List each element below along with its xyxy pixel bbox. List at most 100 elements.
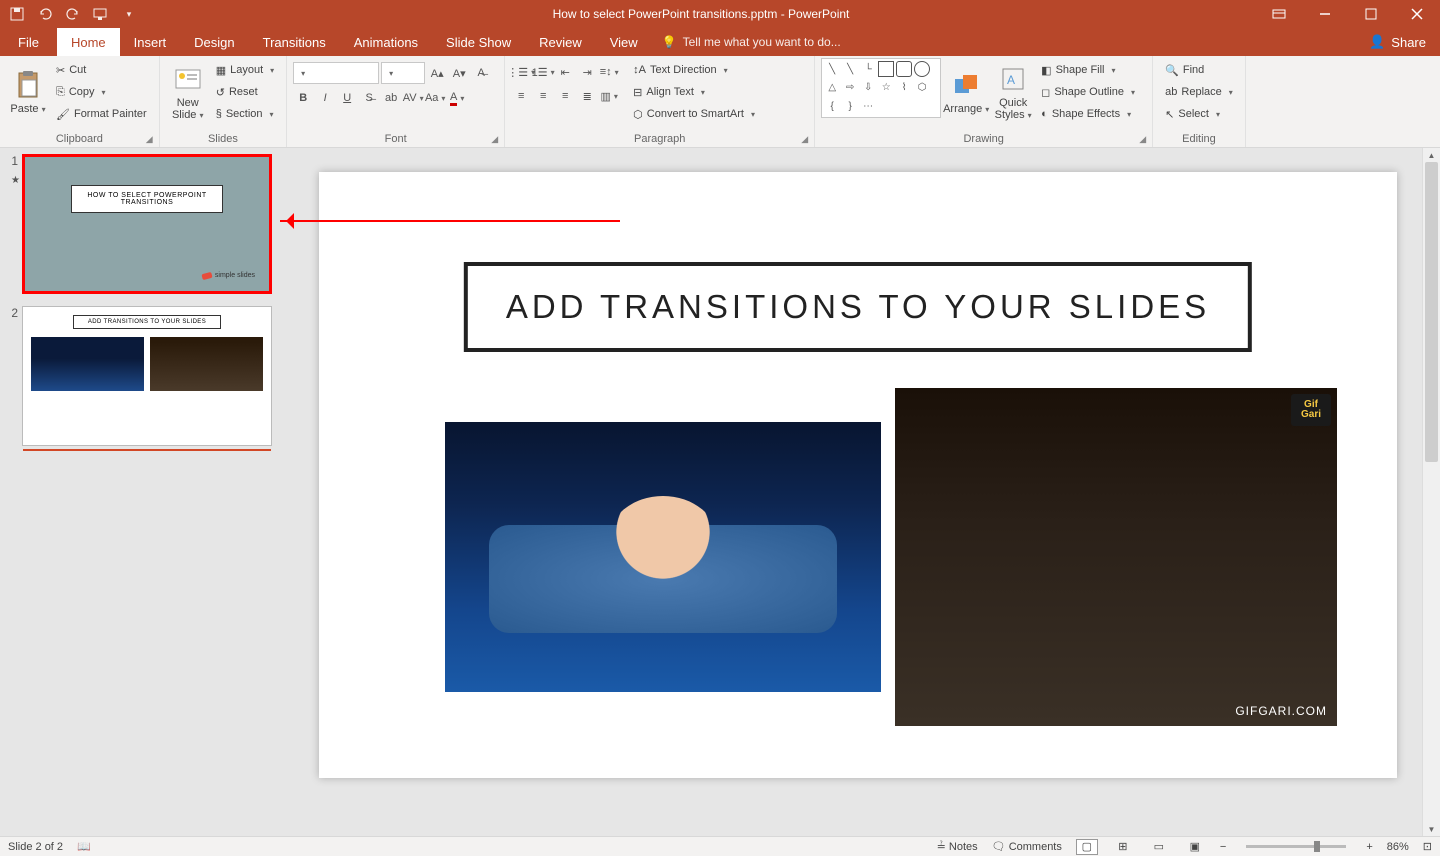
- shape-freeform-icon[interactable]: ⬡: [914, 80, 930, 96]
- shape-curve-icon[interactable]: ⌇: [896, 80, 912, 96]
- maximize-icon[interactable]: [1348, 0, 1394, 28]
- zoom-slider-thumb[interactable]: [1314, 841, 1320, 852]
- launcher-icon[interactable]: ◢: [146, 134, 153, 145]
- vertical-scrollbar[interactable]: ▲ ▼: [1422, 148, 1440, 836]
- zoom-level[interactable]: 86%: [1387, 841, 1409, 853]
- format-painter-button[interactable]: 🖌Format Painter: [54, 104, 149, 124]
- slide-image-1[interactable]: [445, 422, 881, 692]
- minimize-icon[interactable]: [1302, 0, 1348, 28]
- slide-editor[interactable]: ADD TRANSITIONS TO YOUR SLIDES GifGari G…: [276, 148, 1440, 836]
- shape-arrow-icon[interactable]: ╲: [842, 61, 858, 77]
- shapes-gallery[interactable]: ╲ ╲ └ △ ⇨ ⇩ ☆ ⌇ ⬡ { } ⋯: [821, 58, 941, 118]
- strikethrough-button[interactable]: S̶: [359, 88, 379, 108]
- reading-view-icon[interactable]: ▭: [1148, 839, 1170, 855]
- tab-animations[interactable]: Animations: [340, 28, 432, 56]
- thumbnail-2-preview[interactable]: ADD TRANSITIONS TO YOUR SLIDES: [22, 306, 272, 446]
- share-button[interactable]: 👤 Share: [1355, 28, 1440, 56]
- shape-outline-button[interactable]: ◻Shape Outline: [1039, 82, 1137, 102]
- slide-title-box[interactable]: ADD TRANSITIONS TO YOUR SLIDES: [464, 262, 1252, 352]
- redo-icon[interactable]: [64, 5, 82, 23]
- normal-view-icon[interactable]: ▢: [1076, 839, 1098, 855]
- start-from-beginning-icon[interactable]: [92, 5, 110, 23]
- shape-arrow-right-icon[interactable]: ⇨: [842, 80, 858, 96]
- launcher-icon[interactable]: ◢: [801, 134, 808, 145]
- tab-transitions[interactable]: Transitions: [249, 28, 340, 56]
- tab-review[interactable]: Review: [525, 28, 596, 56]
- font-color-button[interactable]: A: [447, 88, 467, 108]
- shape-more-icon[interactable]: ⋯: [860, 98, 876, 114]
- scroll-up-icon[interactable]: ▲: [1423, 148, 1440, 162]
- find-button[interactable]: 🔍Find: [1163, 60, 1235, 80]
- shape-arrow-down-icon[interactable]: ⇩: [860, 80, 876, 96]
- line-spacing-button[interactable]: ≡↕: [599, 62, 619, 82]
- align-right-button[interactable]: ≡: [555, 86, 575, 106]
- slideshow-view-icon[interactable]: ▣: [1184, 839, 1206, 855]
- close-icon[interactable]: [1394, 0, 1440, 28]
- increase-indent-button[interactable]: ⇥: [577, 62, 597, 82]
- reset-button[interactable]: ↺Reset: [214, 82, 276, 102]
- shadow-button[interactable]: ab: [381, 88, 401, 108]
- decrease-font-icon[interactable]: A▾: [449, 63, 469, 83]
- shape-triangle-icon[interactable]: △: [824, 80, 840, 96]
- slide-canvas[interactable]: ADD TRANSITIONS TO YOUR SLIDES GifGari G…: [319, 172, 1397, 778]
- zoom-out-button[interactable]: −: [1220, 841, 1226, 853]
- qat-customize-icon[interactable]: ▾: [120, 5, 138, 23]
- font-size-combo[interactable]: [381, 62, 425, 84]
- bullets-button[interactable]: ⋮☰: [511, 62, 531, 82]
- increase-font-icon[interactable]: A▴: [427, 63, 447, 83]
- tab-insert[interactable]: Insert: [120, 28, 181, 56]
- shape-roundrect-icon[interactable]: [896, 61, 912, 77]
- tab-file[interactable]: File: [0, 28, 57, 56]
- ribbon-display-icon[interactable]: [1256, 0, 1302, 28]
- shape-brace-icon[interactable]: {: [824, 98, 840, 114]
- replace-button[interactable]: abReplace: [1163, 82, 1235, 102]
- slide-image-2[interactable]: GifGari GIFGARI.COM: [895, 388, 1337, 726]
- decrease-indent-button[interactable]: ⇤: [555, 62, 575, 82]
- italic-button[interactable]: I: [315, 88, 335, 108]
- convert-smartart-button[interactable]: ⬡Convert to SmartArt: [631, 104, 757, 124]
- zoom-in-button[interactable]: +: [1366, 841, 1372, 853]
- shape-elbow-icon[interactable]: └: [860, 61, 876, 77]
- char-spacing-button[interactable]: AV: [403, 88, 423, 108]
- tab-view[interactable]: View: [596, 28, 652, 56]
- arrange-button[interactable]: Arrange: [941, 58, 991, 126]
- numbering-button[interactable]: 1☰: [533, 62, 553, 82]
- zoom-slider[interactable]: [1246, 845, 1346, 848]
- launcher-icon[interactable]: ◢: [1139, 134, 1146, 145]
- fit-to-window-icon[interactable]: ⊡: [1423, 840, 1432, 853]
- tab-slide-show[interactable]: Slide Show: [432, 28, 525, 56]
- new-slide-button[interactable]: New Slide: [166, 58, 210, 126]
- layout-button[interactable]: ▦Layout: [214, 60, 276, 80]
- copy-button[interactable]: ⎘Copy: [54, 82, 149, 102]
- tell-me-search[interactable]: 💡 Tell me what you want to do...: [652, 28, 851, 56]
- shape-brace2-icon[interactable]: }: [842, 98, 858, 114]
- select-button[interactable]: ↖Select: [1163, 104, 1235, 124]
- cut-button[interactable]: ✂Cut: [54, 60, 149, 80]
- comments-button[interactable]: 🗨 Comments: [992, 840, 1062, 853]
- justify-button[interactable]: ≣: [577, 86, 597, 106]
- shape-line-icon[interactable]: ╲: [824, 61, 840, 77]
- section-button[interactable]: §Section: [214, 104, 276, 124]
- font-family-combo[interactable]: [293, 62, 379, 84]
- align-center-button[interactable]: ≡: [533, 86, 553, 106]
- slide-counter[interactable]: Slide 2 of 2: [8, 841, 63, 853]
- bold-button[interactable]: B: [293, 88, 313, 108]
- notes-button[interactable]: ≟ Notes: [937, 840, 978, 853]
- shape-rect-icon[interactable]: [878, 61, 894, 77]
- shape-fill-button[interactable]: ◧Shape Fill: [1039, 60, 1137, 80]
- shape-star-icon[interactable]: ☆: [878, 80, 894, 96]
- scrollbar-thumb[interactable]: [1425, 162, 1438, 462]
- change-case-button[interactable]: Aa: [425, 88, 445, 108]
- paste-button[interactable]: Paste: [6, 58, 50, 126]
- slide-sorter-view-icon[interactable]: ⊞: [1112, 839, 1134, 855]
- text-direction-button[interactable]: ↕AText Direction: [631, 60, 757, 80]
- shape-oval-icon[interactable]: [914, 61, 930, 77]
- align-left-button[interactable]: ≡: [511, 86, 531, 106]
- quick-styles-button[interactable]: A Quick Styles: [991, 58, 1035, 126]
- undo-icon[interactable]: [36, 5, 54, 23]
- thumbnail-2[interactable]: 2 ADD TRANSITIONS TO YOUR SLIDES: [4, 306, 272, 446]
- columns-button[interactable]: ▥: [599, 86, 619, 106]
- spell-check-icon[interactable]: 📖: [77, 840, 91, 853]
- shape-effects-button[interactable]: ◐Shape Effects: [1039, 104, 1137, 124]
- scroll-down-icon[interactable]: ▼: [1423, 822, 1440, 836]
